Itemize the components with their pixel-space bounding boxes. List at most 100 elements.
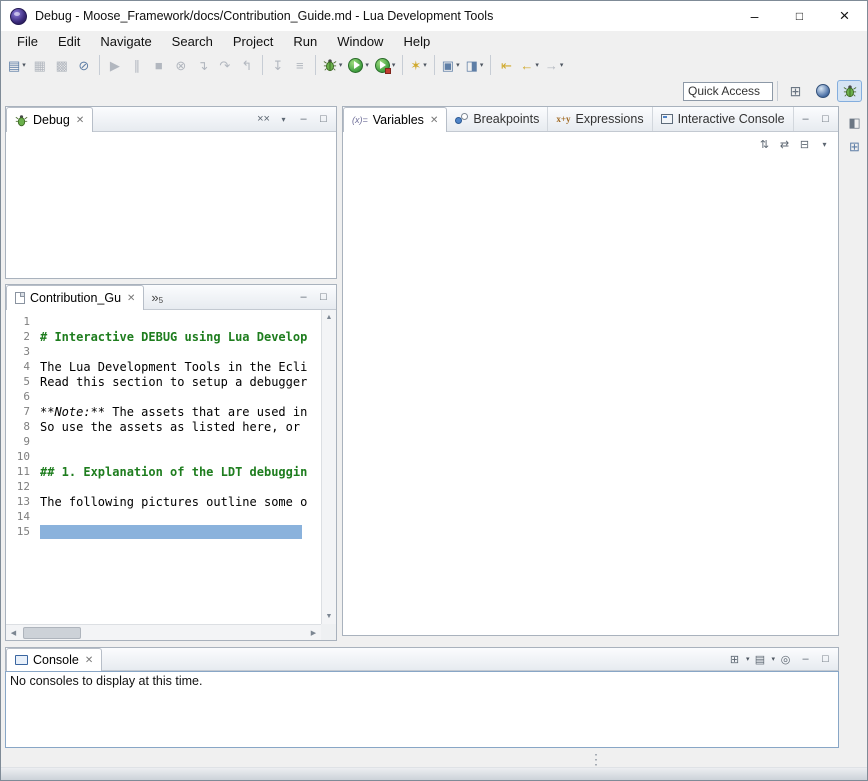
new-file-button[interactable]: ▣ ▾ xyxy=(440,54,462,76)
code-line[interactable]: 5 Read this section to setup a debugger xyxy=(6,374,321,389)
line-number[interactable]: 15 xyxy=(6,525,34,538)
line-number[interactable]: 7 xyxy=(6,405,34,418)
maximize-view-icon[interactable]: □ xyxy=(314,288,333,307)
restore-minimized-view-button[interactable]: ◧ xyxy=(844,113,865,133)
code-line[interactable]: 7 **Note:** The assets that are used in xyxy=(6,404,321,419)
code-line[interactable]: 15 xyxy=(6,524,321,539)
line-number[interactable]: 6 xyxy=(6,390,34,403)
menu-file[interactable]: File xyxy=(7,32,48,51)
tab-variables[interactable]: (x)= Variables ✕ xyxy=(343,107,447,132)
scroll-left-icon[interactable]: ◀ xyxy=(6,625,21,640)
terminate-button[interactable]: ■ xyxy=(149,54,169,76)
quick-access-input[interactable] xyxy=(683,82,773,101)
tab-interactive-console[interactable]: Interactive Console xyxy=(653,107,794,131)
run-button[interactable]: ▾ xyxy=(346,54,371,76)
back-button[interactable]: ← ▾ xyxy=(518,54,541,76)
maximize-view-icon[interactable]: □ xyxy=(816,110,835,129)
drop-to-frame-button[interactable]: ↧ xyxy=(268,54,288,76)
editor-horizontal-scrollbar[interactable]: ◀ ▶ xyxy=(6,624,321,640)
code-line[interactable]: 12 xyxy=(6,479,321,494)
line-number[interactable]: 14 xyxy=(6,510,34,523)
last-edit-location-button[interactable]: ⇤ xyxy=(496,54,516,76)
line-number[interactable]: 2 xyxy=(6,330,34,343)
debug-perspective-button[interactable] xyxy=(837,80,862,102)
code-line[interactable]: 9 xyxy=(6,434,321,449)
tab-contribution-guide[interactable]: Contribution_Gu ✕ xyxy=(6,285,144,310)
line-number[interactable]: 9 xyxy=(6,435,34,448)
editor-vertical-scrollbar[interactable]: ▲ ▼ xyxy=(321,310,336,624)
variables-view-content[interactable] xyxy=(343,156,838,635)
menu-window[interactable]: Window xyxy=(327,32,393,51)
debug-view-content[interactable] xyxy=(6,132,336,278)
open-perspective-button[interactable]: ⊞ xyxy=(783,80,808,102)
tab-debug[interactable]: Debug ✕ xyxy=(6,107,93,132)
maximize-button[interactable]: □ xyxy=(777,1,822,31)
code-line[interactable]: 8 So use the assets as listed here, or xyxy=(6,419,321,434)
open-file-button[interactable]: ◨ ▾ xyxy=(464,54,486,76)
line-number[interactable]: 5 xyxy=(6,375,34,388)
chevron-down-icon[interactable]: ▾ xyxy=(746,655,750,663)
code-line[interactable]: 6 xyxy=(6,389,321,404)
step-into-button[interactable]: ↴ xyxy=(193,54,213,76)
line-number[interactable]: 11 xyxy=(6,465,34,478)
skip-all-breakpoints-button[interactable]: ⊘ xyxy=(74,54,94,76)
scroll-up-icon[interactable]: ▲ xyxy=(322,310,337,325)
line-number[interactable]: 12 xyxy=(6,480,34,493)
line-number[interactable]: 8 xyxy=(6,420,34,433)
line-number[interactable]: 13 xyxy=(6,495,34,508)
scroll-right-icon[interactable]: ▶ xyxy=(306,625,321,640)
debug-button[interactable]: ▾ xyxy=(321,54,345,76)
code-line[interactable]: 13 The following pictures outline some o xyxy=(6,494,321,509)
more-editors-button[interactable]: » 5 xyxy=(144,285,170,309)
menu-run[interactable]: Run xyxy=(283,32,327,51)
close-icon[interactable]: ✕ xyxy=(430,115,438,126)
suspend-button[interactable]: ∥ xyxy=(127,54,147,76)
collapse-all-icon[interactable]: ⊟ xyxy=(795,135,814,154)
code-line[interactable]: 14 xyxy=(6,509,321,524)
chevron-down-icon[interactable]: ▾ xyxy=(771,655,775,663)
use-step-filters-button[interactable]: ≡ xyxy=(290,54,310,76)
code-line[interactable]: 4 The Lua Development Tools in the Ecli xyxy=(6,359,321,374)
minimize-view-icon[interactable]: – xyxy=(294,288,313,307)
code-area[interactable]: 1 2 # Interactive DEBUG using Lua Develo… xyxy=(6,310,321,624)
scroll-down-icon[interactable]: ▼ xyxy=(322,609,337,624)
remove-terminated-button[interactable]: ×× xyxy=(254,110,273,129)
line-number[interactable]: 4 xyxy=(6,360,34,373)
close-icon[interactable]: ✕ xyxy=(85,655,93,666)
resume-button[interactable]: ▶ xyxy=(105,54,125,76)
menu-project[interactable]: Project xyxy=(223,32,283,51)
maximize-view-icon[interactable]: □ xyxy=(816,650,835,669)
menu-search[interactable]: Search xyxy=(162,32,223,51)
close-icon[interactable]: ✕ xyxy=(76,115,84,126)
disconnect-button[interactable]: ⊗ xyxy=(171,54,191,76)
close-icon[interactable]: ✕ xyxy=(127,293,135,304)
step-over-button[interactable]: ↷ xyxy=(215,54,235,76)
menu-edit[interactable]: Edit xyxy=(48,32,90,51)
console-content[interactable]: No consoles to display at this time. xyxy=(5,671,839,748)
code-line[interactable]: 10 xyxy=(6,449,321,464)
minimized-outline-view-button[interactable]: ⊞ xyxy=(844,137,865,157)
save-all-button[interactable]: ▩ xyxy=(52,54,72,76)
pin-console-icon[interactable]: ◎ xyxy=(776,650,795,669)
menu-help[interactable]: Help xyxy=(393,32,440,51)
minimize-view-icon[interactable]: – xyxy=(294,110,313,129)
close-button[interactable]: × xyxy=(822,1,867,31)
step-return-button[interactable]: ↰ xyxy=(237,54,257,76)
launch-configurations-button[interactable]: ✶ ▾ xyxy=(408,54,428,76)
line-number[interactable]: 3 xyxy=(6,345,34,358)
scrollbar-thumb[interactable] xyxy=(23,627,81,639)
forward-button[interactable]: → ▾ xyxy=(543,54,566,76)
new-wizard-button[interactable]: ▤ ▾ xyxy=(6,54,28,76)
maximize-view-icon[interactable]: □ xyxy=(314,110,333,129)
display-selected-console-icon[interactable]: ▤ xyxy=(750,650,769,669)
code-line[interactable]: 2 # Interactive DEBUG using Lua Develop xyxy=(6,329,321,344)
minimize-view-icon[interactable]: – xyxy=(796,650,815,669)
sash-handle[interactable]: ⋮ xyxy=(589,749,603,769)
view-menu-icon[interactable]: ▾ xyxy=(274,110,293,129)
show-type-names-icon[interactable]: ⇅ xyxy=(755,135,774,154)
menu-navigate[interactable]: Navigate xyxy=(90,32,161,51)
view-menu-icon[interactable]: ▾ xyxy=(815,135,834,154)
open-console-icon[interactable]: ⊞ xyxy=(725,650,744,669)
minimize-view-icon[interactable]: – xyxy=(796,110,815,129)
tab-expressions[interactable]: x+y Expressions xyxy=(548,107,652,131)
